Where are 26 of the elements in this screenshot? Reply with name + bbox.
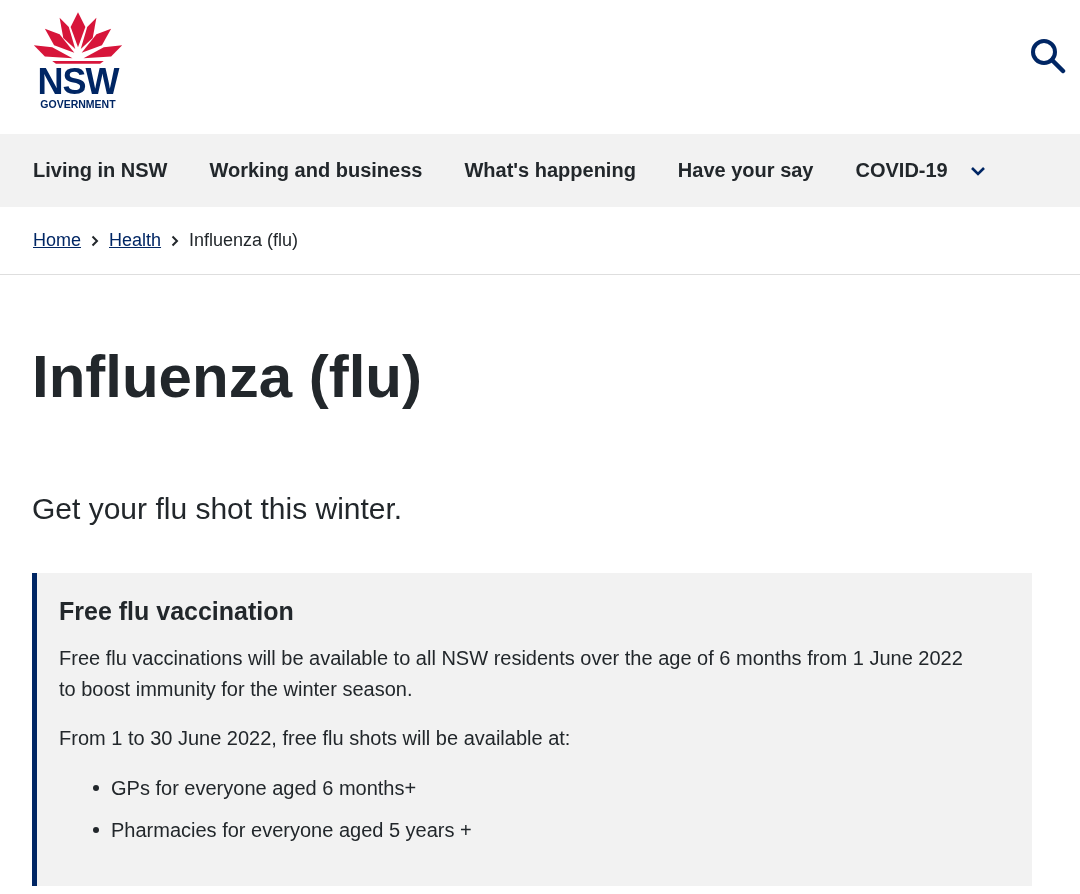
chevron-down-icon [969, 165, 986, 176]
search-icon [1030, 38, 1066, 74]
breadcrumb-link[interactable]: Home [33, 230, 81, 251]
callout-paragraph: From 1 to 30 June 2022, free flu shots will be available at: [59, 726, 572, 751]
chevron-right-icon [171, 234, 180, 247]
logo-subtitle: GOVERNMENT [40, 98, 116, 110]
list-item: GPs for everyone aged 6 months+ [111, 776, 417, 801]
intro-text: Get your flu shot this winter. [32, 491, 404, 527]
nsw-government-logo[interactable]: NSW GOVERNMENT [32, 0, 124, 110]
chevron-right-icon [91, 234, 99, 247]
callout-paragraph: Free flu vaccinations will be available to all NSW residents over the age of 6 months from 1 June 2022 to boost immunity for the winter season. [59, 646, 964, 702]
nav-link[interactable]: Living in NSW [33, 159, 168, 182]
page-title: Influenza (flu) [32, 342, 423, 412]
breadcrumb-current: Influenza (flu) [189, 230, 299, 251]
list-item: Pharmacies for everyone aged 5 years + [111, 818, 472, 843]
callout-heading: Free flu vaccination [59, 596, 295, 627]
waratah-flower-icon [32, 10, 124, 66]
nav-link[interactable]: What's happening [464, 159, 636, 182]
search-button[interactable] [1030, 38, 1066, 74]
breadcrumb-link[interactable]: Health [109, 230, 162, 251]
bullet-icon [93, 785, 99, 791]
logo-wordmark: NSW [37, 66, 119, 98]
nav-link[interactable]: COVID-19 [855, 159, 986, 182]
nav-link[interactable]: Have your say [677, 159, 814, 182]
nav-link[interactable]: Working and business [209, 159, 423, 182]
bullet-icon [93, 827, 99, 833]
